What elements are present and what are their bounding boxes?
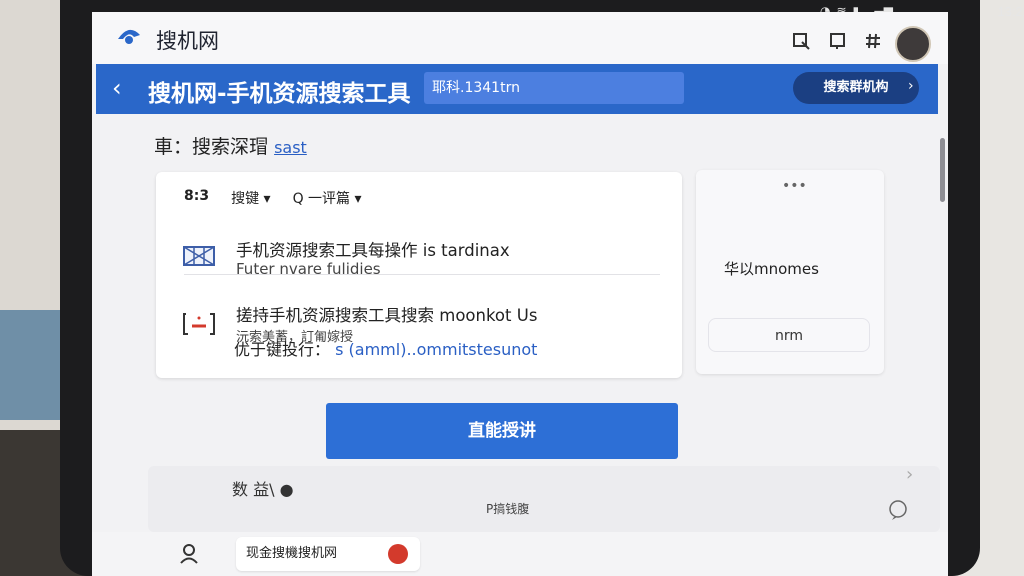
scrollbar[interactable] <box>940 138 945 202</box>
avatar[interactable] <box>895 26 931 62</box>
search-input[interactable]: 耶科.1341trn <box>424 72 684 104</box>
chevron-right-icon[interactable]: › <box>906 464 913 485</box>
back-button[interactable]: ‹ <box>112 74 122 102</box>
result-link[interactable]: s (amml)..ommitstesunot <box>335 340 537 359</box>
bottom-panel-text: P搞钱腹 <box>486 502 530 516</box>
result-title: 手机资源搜索工具每操作 is tardinax <box>236 241 510 260</box>
results-toolbar: 8:3 搜键 ▾ Q 一评篇 ▾ <box>184 188 362 208</box>
document-icon <box>183 313 215 335</box>
user-icon[interactable] <box>178 542 200 564</box>
footer: 现金搜機搜机网 <box>92 532 948 576</box>
chevron-right-icon[interactable]: › <box>908 78 914 94</box>
side-card-button[interactable]: nrm <box>708 318 870 352</box>
app-name: 搜机网 <box>156 29 219 53</box>
share-icon[interactable] <box>792 32 810 50</box>
title-bar: ‹ 搜机网-手机资源搜索工具 耶科.1341trn 搜索群机构 › <box>96 64 938 114</box>
side-card: ••• 华以mnomes nrm <box>696 170 884 374</box>
chip-label: 现金搜機搜机网 <box>246 546 338 561</box>
filter-line: 車：搜索深瑁 sast <box>154 132 307 159</box>
chat-icon[interactable] <box>888 500 908 520</box>
app-screen: 搜机网 ‹ 搜机网-手机资源搜索工具 耶科.1341trn 搜索群机构 › 車：… <box>92 12 948 576</box>
bottom-panel: 数 益\ ● P搞钱腹 › <box>148 464 940 532</box>
search-button[interactable]: 搜索群机构 <box>793 72 919 104</box>
status-time: 13:21 <box>997 3 1024 19</box>
filter-link[interactable]: sast <box>274 138 307 157</box>
more-icon[interactable]: ••• <box>782 178 807 194</box>
app-header: 搜机网 <box>92 12 948 64</box>
result-link-prefix: 优于键投行： <box>234 340 331 359</box>
badge-icon <box>388 544 408 564</box>
result-title: 搓持手机资源搜索工具搜索 moonkot Us <box>236 306 538 325</box>
hash-icon[interactable] <box>864 32 882 50</box>
divider <box>184 274 660 275</box>
results-card: 8:3 搜键 ▾ Q 一评篇 ▾ 手机资源搜索工具每操作 is tardinax… <box>156 172 682 378</box>
chip-button[interactable]: 现金搜機搜机网 <box>236 537 420 571</box>
result-link-row[interactable]: 优于键投行： s (amml)..ommitstesunot <box>234 336 537 360</box>
result-subtitle: Futer nvare fulidies <box>236 260 381 278</box>
primary-button[interactable]: 直能授讲 <box>326 403 678 459</box>
window-icon[interactable] <box>829 32 847 50</box>
logo-icon <box>118 29 140 44</box>
filter-label: 車：搜索深瑁 <box>154 136 269 158</box>
result-count: 8:3 <box>184 188 210 204</box>
bottom-panel-label: 数 益\ ● <box>232 480 294 499</box>
side-card-text: 华以mnomes <box>724 260 819 278</box>
filter-dropdown[interactable]: Q 一评篇 ▾ <box>293 188 362 208</box>
grid-icon <box>183 246 215 266</box>
page-title: 搜机网-手机资源搜索工具 <box>148 81 411 107</box>
sort-dropdown[interactable]: 搜键 ▾ <box>231 188 270 208</box>
